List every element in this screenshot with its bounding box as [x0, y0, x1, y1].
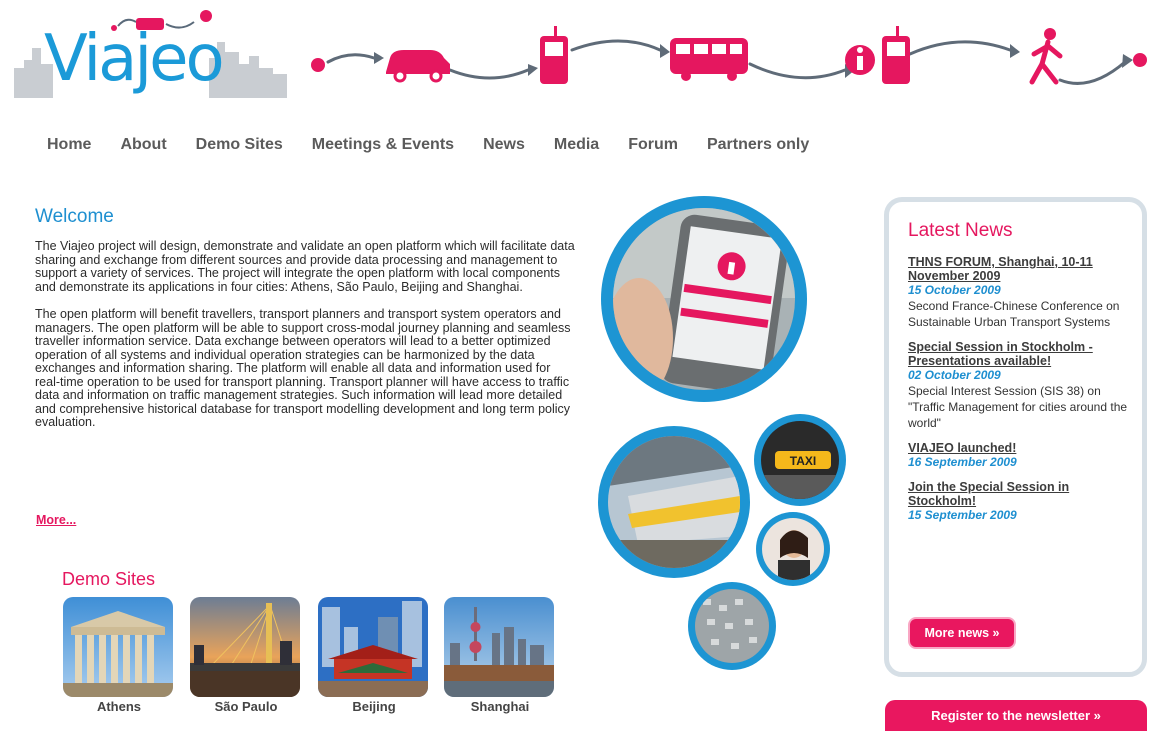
taxi-photo-circle: TAXI [754, 414, 846, 506]
traffic-photo [695, 589, 769, 663]
demo-site-sao-paulo[interactable]: São Paulo [190, 597, 302, 714]
demo-site-beijing[interactable]: Beijing [318, 597, 430, 714]
news-headline-link[interactable]: Join the Special Session in Stockholm! [908, 480, 1128, 508]
walking-person-icon [1029, 28, 1063, 85]
demo-site-label: São Paulo [214, 699, 278, 714]
news-date: 15 September 2009 [908, 508, 1017, 522]
more-news-button[interactable]: More news » [908, 617, 1016, 649]
bus-icon [670, 38, 748, 81]
welcome-more-link[interactable]: More... [36, 513, 76, 527]
news-date: 02 October 2009 [908, 368, 1001, 382]
phone-photo-circle [601, 196, 807, 402]
demo-site-label: Athens [96, 699, 142, 714]
register-newsletter-button[interactable]: Register to the newsletter » [885, 700, 1147, 731]
info-icon [845, 45, 875, 75]
news-date: 16 September 2009 [908, 455, 1017, 469]
nav-partners-only[interactable]: Partners only [707, 136, 809, 160]
woman-phone-photo-circle [756, 512, 830, 586]
phone-photo [613, 208, 795, 390]
demo-sites-heading: Demo Sites [62, 569, 156, 589]
traffic-photo-circle [688, 582, 776, 670]
journey-banner [311, 26, 1147, 85]
nav-news[interactable]: News [483, 136, 525, 160]
news-summary: Second France-Chinese Conference on Sust… [908, 299, 1120, 329]
shanghai-photo [444, 597, 554, 697]
athens-photo [63, 597, 173, 697]
beijing-photo [318, 597, 428, 697]
news-date: 15 October 2009 [908, 283, 1001, 297]
news-item: Special Session in Stockholm - Presentat… [908, 340, 1128, 431]
welcome-paragraph: The open platform will benefit traveller… [35, 307, 571, 429]
news-item: THNS FORUM, Shanghai, 10-11 November 200… [908, 255, 1128, 330]
demo-site-athens[interactable]: Athens [63, 597, 175, 714]
nav-forum[interactable]: Forum [628, 136, 678, 160]
car-icon [386, 50, 450, 83]
nav-demo-sites[interactable]: Demo Sites [196, 136, 283, 160]
mobile-phone-icon-2 [882, 26, 910, 84]
welcome-paragraph: The Viajeo project will design, demonstr… [35, 239, 575, 294]
news-item: VIAJEO launched! 16 September 2009 [908, 441, 1128, 470]
nav-media[interactable]: Media [554, 136, 599, 160]
viajeo-logo[interactable]: Viajeo [14, 8, 294, 103]
taxi-sign-text: TAXI [790, 454, 816, 468]
train-photo-circle [598, 426, 750, 578]
welcome-body: The Viajeo project will design, demonstr… [35, 239, 575, 444]
woman-phone-photo [762, 518, 824, 580]
logo-wordmark: Viajeo [44, 22, 225, 96]
news-headline-link[interactable]: VIAJEO launched! [908, 441, 1128, 455]
nav-about[interactable]: About [120, 136, 166, 160]
demo-site-label: Shanghai [470, 699, 530, 714]
news-item: Join the Special Session in Stockholm! 1… [908, 480, 1128, 523]
news-headline-link[interactable]: Special Session in Stockholm - Presentat… [908, 340, 1128, 368]
demo-site-label: Beijing [352, 699, 396, 714]
welcome-heading: Welcome [35, 206, 114, 227]
sao-paulo-photo [190, 597, 300, 697]
nav-meetings-events[interactable]: Meetings & Events [312, 136, 454, 160]
main-nav: Home About Demo Sites Meetings & Events … [47, 136, 838, 160]
taxi-photo: TAXI [761, 421, 839, 499]
mobile-phone-icon [540, 26, 568, 84]
nav-home[interactable]: Home [47, 136, 91, 160]
news-summary: Special Interest Session (SIS 38) on "Tr… [908, 384, 1128, 430]
train-photo [608, 436, 740, 568]
latest-news-list: THNS FORUM, Shanghai, 10-11 November 200… [908, 255, 1128, 607]
latest-news-heading: Latest News [908, 220, 1013, 241]
news-headline-link[interactable]: THNS FORUM, Shanghai, 10-11 November 200… [908, 255, 1128, 283]
demo-site-shanghai[interactable]: Shanghai [444, 597, 556, 714]
